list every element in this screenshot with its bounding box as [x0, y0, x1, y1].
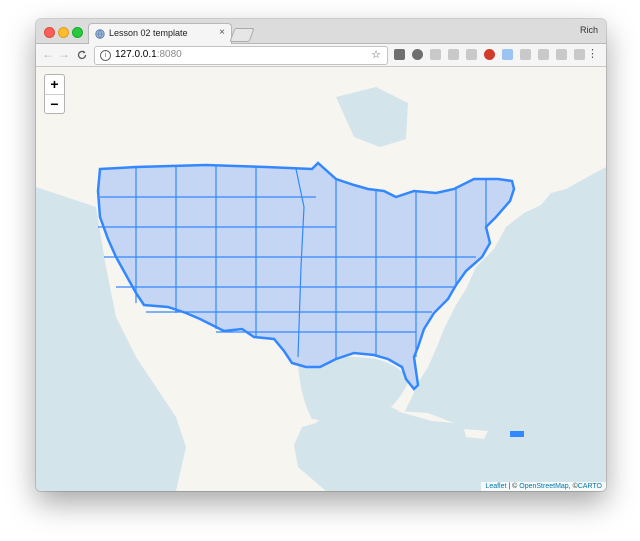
minimize-window-button[interactable] — [58, 27, 69, 38]
puerto-rico — [510, 431, 524, 437]
globe-icon — [95, 29, 105, 39]
extension-icon[interactable] — [574, 49, 585, 60]
basemap — [36, 67, 606, 491]
openstreetmap-link[interactable]: OpenStreetMap — [519, 483, 568, 490]
new-tab-button[interactable] — [229, 28, 255, 42]
tab-title: Lesson 02 template — [109, 28, 188, 38]
profile-name[interactable]: Rich — [580, 25, 598, 35]
url-text[interactable]: 127.0.0.1:8080 — [115, 49, 182, 60]
maximize-window-button[interactable] — [72, 27, 83, 38]
hispaniola — [464, 429, 488, 439]
bookmark-star-icon[interactable]: ☆ — [371, 48, 381, 61]
address-bar[interactable]: i 127.0.0.1:8080 ☆ — [94, 46, 388, 65]
zoom-control: + − — [44, 74, 65, 114]
extension-icon[interactable] — [466, 49, 477, 60]
forward-arrow-icon[interactable]: → — [58, 47, 70, 61]
extension-icon[interactable] — [538, 49, 549, 60]
extension-icon[interactable] — [556, 49, 567, 60]
carto-link[interactable]: CARTO — [578, 483, 602, 490]
off-extension-icon[interactable] — [484, 49, 495, 60]
url-port: :8080 — [156, 49, 182, 60]
map-viewport[interactable]: + − Leaflet | © OpenStreetMap, ©CARTO — [36, 67, 606, 491]
tab-lesson-02[interactable]: Lesson 02 template × — [88, 23, 232, 45]
extension-icon[interactable] — [430, 49, 441, 60]
info-icon[interactable]: i — [100, 50, 111, 61]
tab-close-button[interactable]: × — [219, 27, 225, 38]
extension-icon[interactable] — [502, 49, 513, 60]
browser-toolbar: ← → i 127.0.0.1:8080 ☆ ⋮ — [36, 44, 606, 67]
extension-icon[interactable] — [448, 49, 459, 60]
reload-icon[interactable] — [76, 49, 88, 61]
extension-icon[interactable] — [520, 49, 531, 60]
attribution-separator: | © — [506, 483, 520, 490]
browser-window: Lesson 02 template × Rich ← → i 127.0.0.… — [36, 19, 606, 491]
extension-icon[interactable] — [394, 49, 405, 60]
url-host: 127.0.0.1 — [115, 49, 157, 60]
close-window-button[interactable] — [44, 27, 55, 38]
map-attribution: Leaflet | © OpenStreetMap, ©CARTO — [481, 482, 606, 491]
zoom-in-button[interactable]: + — [45, 75, 64, 95]
menu-icon[interactable]: ⋮ — [587, 47, 598, 60]
leaflet-link[interactable]: Leaflet — [485, 483, 506, 490]
back-arrow-icon[interactable]: ← — [42, 47, 54, 61]
zoom-out-button[interactable]: − — [45, 95, 64, 113]
cuba — [396, 411, 454, 423]
carto-prefix: , © — [568, 483, 578, 490]
tab-strip: Lesson 02 template × Rich — [36, 19, 606, 45]
extension-icon[interactable] — [412, 49, 423, 60]
